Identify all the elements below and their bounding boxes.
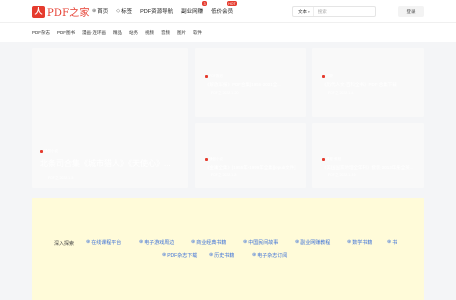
search-input[interactable]: [313, 7, 364, 16]
card-category-label: 通俗小说: [44, 149, 58, 153]
explore-tag[interactable]: ⊛ 中国民间故事: [243, 238, 278, 246]
subnav-software[interactable]: 软件: [193, 23, 202, 43]
explore-tag[interactable]: ⊛ 副业网赚教程: [295, 238, 330, 246]
login-button[interactable]: 登录: [398, 6, 424, 17]
search-circle-icon: ⊛: [347, 239, 352, 245]
explore-label: 深入探索: [54, 241, 75, 247]
nav-tags-label: 标签: [121, 9, 133, 15]
nav-side-income[interactable]: 副业网赚 3: [177, 0, 208, 22]
explore-tag-label: 商业经典书籍: [196, 239, 227, 246]
subnav-premium[interactable]: 精品: [113, 23, 122, 43]
subnav-video[interactable]: 视频: [145, 23, 154, 43]
card-category: PDF报纸: [205, 74, 223, 79]
category-dot-icon: [205, 157, 208, 161]
search-circle-icon: ⊛: [295, 239, 300, 245]
card-category: 通俗小说: [40, 149, 58, 154]
post-card[interactable]: 刊物 《历代人文·百科全书》PDF 合集下载 PDF之 2022-1-4: [312, 48, 424, 117]
explore-tag[interactable]: ⊛ 在线课程平台: [86, 238, 121, 246]
search-circle-icon: ⊛: [191, 239, 196, 245]
card-meta: PDF之 2022-1-20: [211, 91, 239, 95]
explore-tag-label: 副业网赚教程: [300, 239, 331, 246]
explore-tag-label: 中国民间故事: [248, 239, 279, 246]
explore-tag[interactable]: ⊛ PDF杂志下载: [162, 251, 197, 259]
main-nav: ⊕ 首页 ◇ 标签 PDF资源导航 副业网赚 3 低价会员 HOT: [88, 0, 238, 22]
card-title[interactable]: 《金庸全集》[1955年-1999年全集][epub文件]: [205, 165, 301, 171]
nav-tags[interactable]: ◇ 标签: [112, 0, 136, 22]
explore-tag[interactable]: ⊛ 电子游戏周边: [139, 238, 174, 246]
card-category: 通俗小说: [205, 157, 223, 162]
nav-side-income-label: 副业网赚: [181, 9, 204, 15]
search-circle-icon: ⊛: [209, 252, 214, 258]
nav-resource-guide-label: PDF资源导航: [140, 9, 174, 15]
site-logo[interactable]: 人 PDF之家: [32, 5, 90, 19]
category-dot-icon: [322, 157, 325, 161]
nav-vip[interactable]: 低价会员 HOT: [207, 0, 238, 22]
category-dot-icon: [40, 149, 43, 153]
explore-tag-label: 电子游戏周边: [144, 239, 175, 246]
explore-tag[interactable]: ⊛ 电子杂志订阅: [252, 251, 287, 259]
chevron-down-icon: ▾: [308, 9, 310, 14]
subnav-pdf-magazine[interactable]: PDF杂志: [32, 23, 50, 43]
nav-vip-label: 低价会员: [211, 9, 234, 15]
logo-mark-icon: 人: [32, 5, 45, 18]
category-nav: PDF杂志 PDF图书 漫画·连环画 精品 站务 视频 音频 图片 软件: [32, 23, 209, 43]
logo-text: PDF之家: [47, 8, 90, 19]
search-circle-icon: ⊛: [243, 239, 248, 245]
home-icon: ⊕: [92, 8, 97, 14]
card-title[interactable]: 《解放军报》PDF合集[1956-2021全...: [205, 82, 301, 88]
nav-resource-guide[interactable]: PDF资源导航: [136, 0, 177, 22]
nav-vip-badge: HOT: [226, 1, 238, 6]
explore-panel: 深入探索 ⊛ 在线课程平台 ⊛ 电子游戏周边 ⊛ 商业经典书籍 ⊛ 中国民间故事 ⊛ 副业…: [32, 198, 424, 300]
explore-tag-label: 数学书籍: [352, 239, 373, 246]
search-circle-icon: ⊛: [139, 239, 144, 245]
explore-tag-label: 在线课程平台: [91, 239, 122, 246]
post-card[interactable]: 课程·教程 《美国国家地理全年刊》套装 2013年册全英... PDF之 202…: [312, 123, 424, 188]
explore-tag[interactable]: ⊛ 数学书籍: [347, 238, 372, 246]
category-dot-icon: [322, 74, 325, 78]
tag-icon: ◇: [116, 8, 121, 14]
card-title[interactable]: 《美国国家地理全年刊》套装 2013年册全英...: [322, 165, 418, 171]
explore-tag[interactable]: ⊛ 书: [387, 238, 397, 246]
subnav-pdf-books[interactable]: PDF图书: [57, 23, 75, 43]
search-type-label: 文本: [298, 8, 307, 14]
card-category-label: 通俗小说: [209, 157, 223, 161]
subnav-images[interactable]: 图片: [177, 23, 186, 43]
explore-tag-label: PDF杂志下载: [167, 252, 198, 259]
search-circle-icon: ⊛: [86, 239, 91, 245]
post-card[interactable]: PDF报纸 《解放军报》PDF合集[1956-2021全... PDF之 202…: [195, 48, 306, 117]
card-meta: PDF之 2022-1-4: [328, 91, 354, 95]
card-meta: PDF之 2022-1-19: [328, 173, 356, 177]
card-meta: PDF之 2022-1-8: [211, 173, 237, 177]
card-meta: PDF之 2022-1-5: [48, 176, 74, 180]
search-circle-icon: ⊛: [252, 252, 257, 258]
search-circle-icon: ⊛: [387, 239, 392, 245]
subnav-audio[interactable]: 音频: [161, 23, 170, 43]
nav-home-label: 首页: [97, 9, 109, 15]
card-category: 课程·教程: [322, 157, 341, 162]
explore-tag[interactable]: ⊛ 历史书籍: [209, 251, 234, 259]
card-thumbnail: [195, 123, 306, 188]
card-category-label: 刊物: [326, 74, 333, 78]
post-card[interactable]: 通俗小说 《金庸全集》[1955年-1999年全集][epub文件] PDF之 …: [195, 123, 306, 188]
explore-tag-label: 历史书籍: [214, 252, 235, 259]
sub-nav-bar: PDF杂志 PDF图书 漫画·连环画 精品 站务 视频 音频 图片 软件: [0, 22, 456, 42]
explore-tag-label: 电子杂志订阅: [257, 252, 288, 259]
subnav-site-affairs[interactable]: 站务: [129, 23, 138, 43]
explore-tag[interactable]: ⊛ 商业经典书籍: [191, 238, 226, 246]
card-thumbnail: [312, 123, 424, 188]
card-category-label: 课程·教程: [326, 157, 342, 161]
card-category-label: PDF报纸: [209, 74, 223, 78]
search-type-select[interactable]: 文本 ▾: [293, 7, 314, 16]
search-circle-icon: ⊛: [162, 252, 167, 258]
featured-card[interactable]: 通俗小说 北条司合集《城市猎人》《天使心》... PDF之 2022-1-5: [32, 48, 188, 188]
explore-tag-label: 书: [392, 239, 398, 246]
card-category: 刊物: [322, 74, 333, 79]
subnav-comics[interactable]: 漫画·连环画: [82, 23, 106, 43]
search-box: 文本 ▾: [292, 6, 376, 17]
top-header: 人 PDF之家 ⊕ 首页 ◇ 标签 PDF资源导航 副业网赚 3 低价会员 HOT 文本…: [0, 0, 456, 22]
category-dot-icon: [205, 74, 208, 78]
card-title[interactable]: 《历代人文·百科全书》PDF 合集下载: [322, 82, 418, 88]
nav-home[interactable]: ⊕ 首页: [88, 0, 112, 22]
card-title[interactable]: 北条司合集《城市猎人》《天使心》...: [40, 158, 182, 169]
